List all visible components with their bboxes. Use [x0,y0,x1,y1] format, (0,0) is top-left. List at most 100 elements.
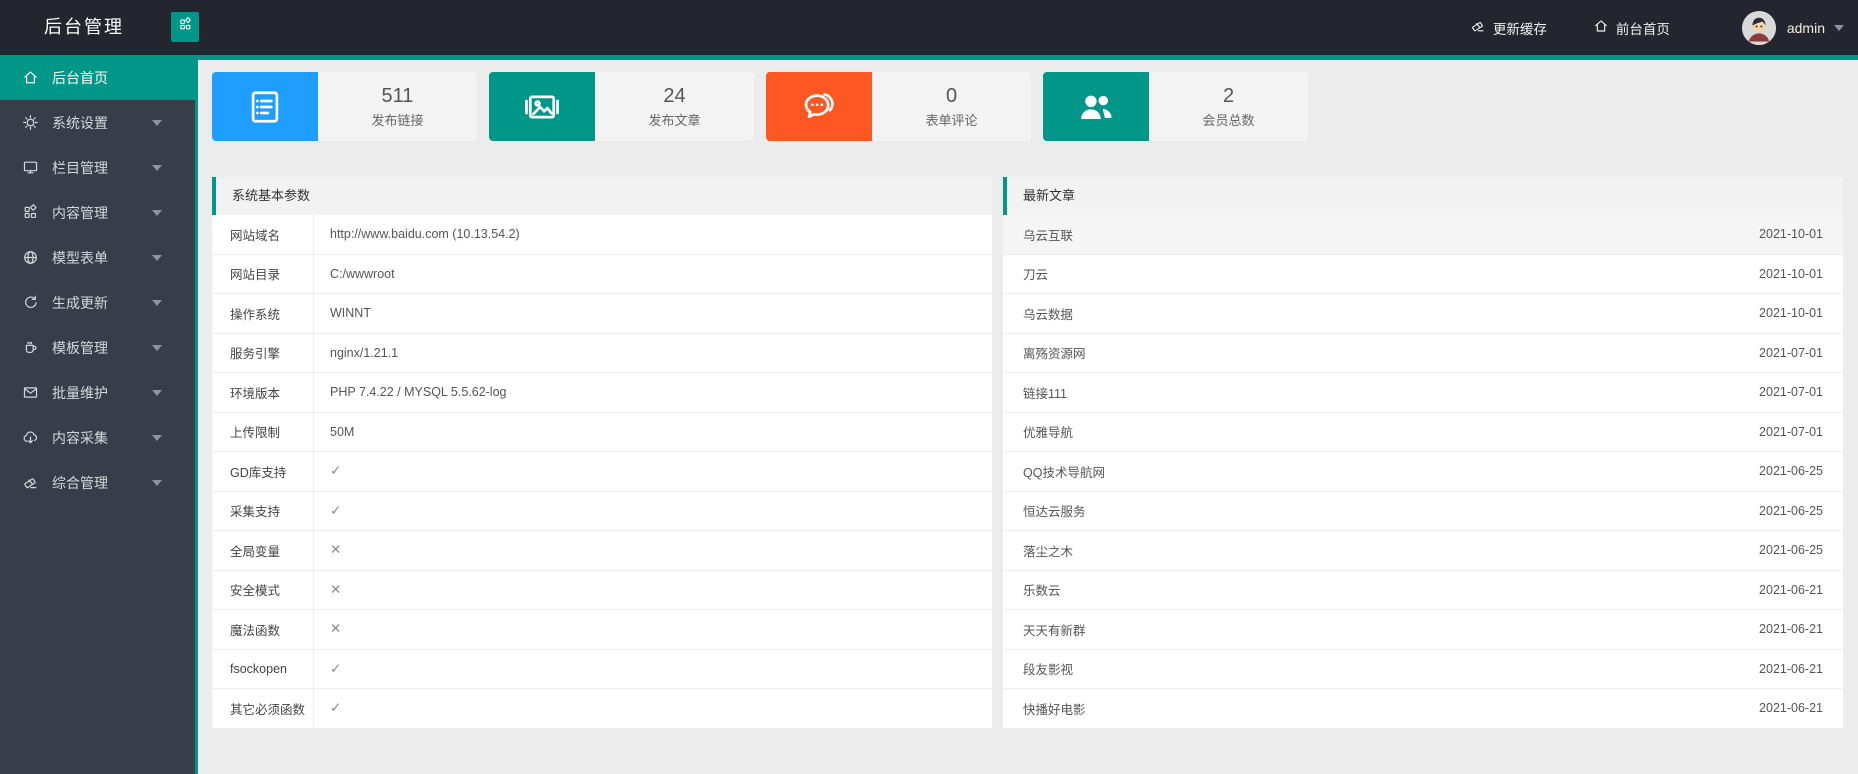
chevron-down-icon [152,120,162,126]
list-item[interactable]: 优雅导航 2021-07-01 [1003,413,1843,452]
sidebar-item-label: 栏目管理 [52,159,108,176]
article-date: 2021-06-25 [1759,503,1823,518]
list-item[interactable]: 恒达云服务 2021-06-25 [1003,492,1843,531]
users-icon [1043,72,1149,141]
stat-label: 发布文章 [648,112,701,128]
stat-value: 24 [663,84,686,107]
stat-card-发布文章[interactable]: 24 发布文章 [489,72,754,141]
article-date: 2021-07-01 [1759,345,1823,360]
chevron-down-icon [152,345,162,351]
eraser-icon [1470,18,1486,37]
sidebar-item-label: 生成更新 [52,294,108,311]
list-item[interactable]: 落尘之木 2021-06-25 [1003,531,1843,571]
refresh-cache-button[interactable]: 更新缓存 [1470,18,1547,38]
sidebar-item-label: 模板管理 [52,339,108,356]
sidebar-item-模板管理[interactable]: 模板管理 [0,325,195,370]
param-label: 网站域名 [212,215,314,254]
param-label: 操作系统 [212,294,314,333]
sidebar-item-内容管理[interactable]: 内容管理 [0,190,195,235]
param-label: 安全模式 [212,570,314,609]
sidebar-nav: 后台首页系统设置栏目管理内容管理模型表单生成更新模板管理批量维护内容采集 综合管理 [0,55,198,774]
list-item[interactable]: 乐数云 2021-06-21 [1003,571,1843,610]
table-row: GD库支持 ✓ [212,452,992,492]
table-row: 上传限制 50M [212,412,992,452]
article-title-link[interactable]: 刀云 [1023,264,1048,283]
stat-value: 511 [381,84,414,107]
list-item[interactable]: 段友影视 2021-06-21 [1003,650,1843,689]
param-value: ✕ [330,581,342,597]
chevron-down-icon [152,390,162,396]
article-title-link[interactable]: 段友影视 [1023,659,1073,678]
article-title-link[interactable]: QQ技术导航网 [1023,462,1105,481]
sidebar-item-批量维护[interactable]: 批量维护 [0,370,195,415]
list-item[interactable]: 链接111 2021-07-01 [1003,373,1843,413]
list-item[interactable]: 离殇资源网 2021-07-01 [1003,334,1843,373]
stat-value: 2 [1222,84,1235,107]
article-date: 2021-06-21 [1759,661,1823,676]
table-row: 采集支持 ✓ [212,491,992,531]
list-item[interactable]: 快播好电影 2021-06-21 [1003,689,1843,729]
list-item[interactable]: 乌云数据 2021-10-01 [1003,294,1843,334]
list-item[interactable]: 天天有新群 2021-06-21 [1003,610,1843,650]
param-label: 网站目录 [212,254,314,293]
user-menu[interactable]: admin [1741,10,1844,45]
list-item[interactable]: 刀云 2021-10-01 [1003,255,1843,294]
article-title-link[interactable]: 链接111 [1023,383,1067,402]
param-label: 采集支持 [212,491,314,530]
param-value: ✓ [330,700,342,716]
article-title-link[interactable]: 恒达云服务 [1023,501,1086,520]
table-row: 环境版本 PHP 7.4.22 / MYSQL 5.5.62-log [212,373,992,413]
list-item[interactable]: 乌云互联 2021-10-01 [1003,215,1843,255]
sidebar-item-label: 系统设置 [52,114,108,131]
system-params-title: 系统基本参数 [212,177,992,215]
gear-icon [22,114,39,131]
table-row: 操作系统 WINNT [212,294,992,334]
menu-collapse-button[interactable] [171,12,199,42]
sidebar-item-内容采集[interactable]: 内容采集 [0,415,195,460]
param-value: ✕ [330,621,342,637]
sidebar-item-生成更新[interactable]: 生成更新 [0,280,195,325]
chevron-down-icon [152,300,162,306]
param-label: 其它必须函数 [212,689,314,728]
chevron-down-icon [1834,24,1844,31]
latest-articles-panel: 最新文章 乌云互联 2021-10-01 刀云 2021-10-01 乌云数据 2021-… [1003,177,1843,729]
table-row: 网站目录 C:/wwwroot [212,254,992,294]
param-value: ✓ [330,502,342,518]
article-title-link[interactable]: 快播好电影 [1023,699,1086,718]
header-right: 更新缓存 前台首页 admin [1424,0,1844,55]
stat-card-text: 24 发布文章 [595,72,754,141]
article-title-link[interactable]: 离殇资源网 [1023,343,1086,362]
app-title: 后台管理 [44,17,124,37]
article-date: 2021-06-21 [1759,582,1823,597]
avatar[interactable] [1741,10,1776,45]
stat-card-会员总数[interactable]: 2 会员总数 [1043,72,1308,141]
sidebar-item-系统设置[interactable]: 系统设置 [0,100,195,145]
chevron-down-icon [152,480,162,486]
article-title-link[interactable]: 天天有新群 [1023,620,1086,639]
article-title-link[interactable]: 落尘之木 [1023,541,1073,560]
stat-value: 0 [945,84,958,107]
article-date: 2021-10-01 [1759,227,1823,242]
front-home-button[interactable]: 前台首页 [1593,18,1670,38]
sidebar-item-label: 批量维护 [52,384,108,401]
chat-icon [766,72,872,141]
list-item[interactable]: QQ技术导航网 2021-06-25 [1003,452,1843,492]
stat-card-发布链接[interactable]: 511 发布链接 [212,72,477,141]
sidebar-item-栏目管理[interactable]: 栏目管理 [0,145,195,190]
article-title-link[interactable]: 优雅导航 [1023,422,1073,441]
refresh-cache-label: 更新缓存 [1492,21,1547,37]
stat-card-text: 2 会员总数 [1149,72,1308,141]
article-title-link[interactable]: 乐数云 [1023,580,1061,599]
sidebar-item-模型表单[interactable]: 模型表单 [0,235,195,280]
sidebar-item-后台首页[interactable]: 后台首页 [0,55,195,100]
table-row: 全局变量 ✕ [212,531,992,571]
table-row: 安全模式 ✕ [212,570,992,610]
article-title-link[interactable]: 乌云互联 [1023,225,1073,244]
sidebar-item-综合管理[interactable]: 综合管理 [0,460,195,505]
form-icon [212,72,318,141]
top-header: 后台管理 更新缓存 前台首页 admin [0,0,1858,55]
sidebar-item-label: 内容管理 [52,204,108,221]
stat-card-表单评论[interactable]: 0 表单评论 [766,72,1031,141]
article-title-link[interactable]: 乌云数据 [1023,304,1073,323]
param-value: ✕ [330,542,342,558]
